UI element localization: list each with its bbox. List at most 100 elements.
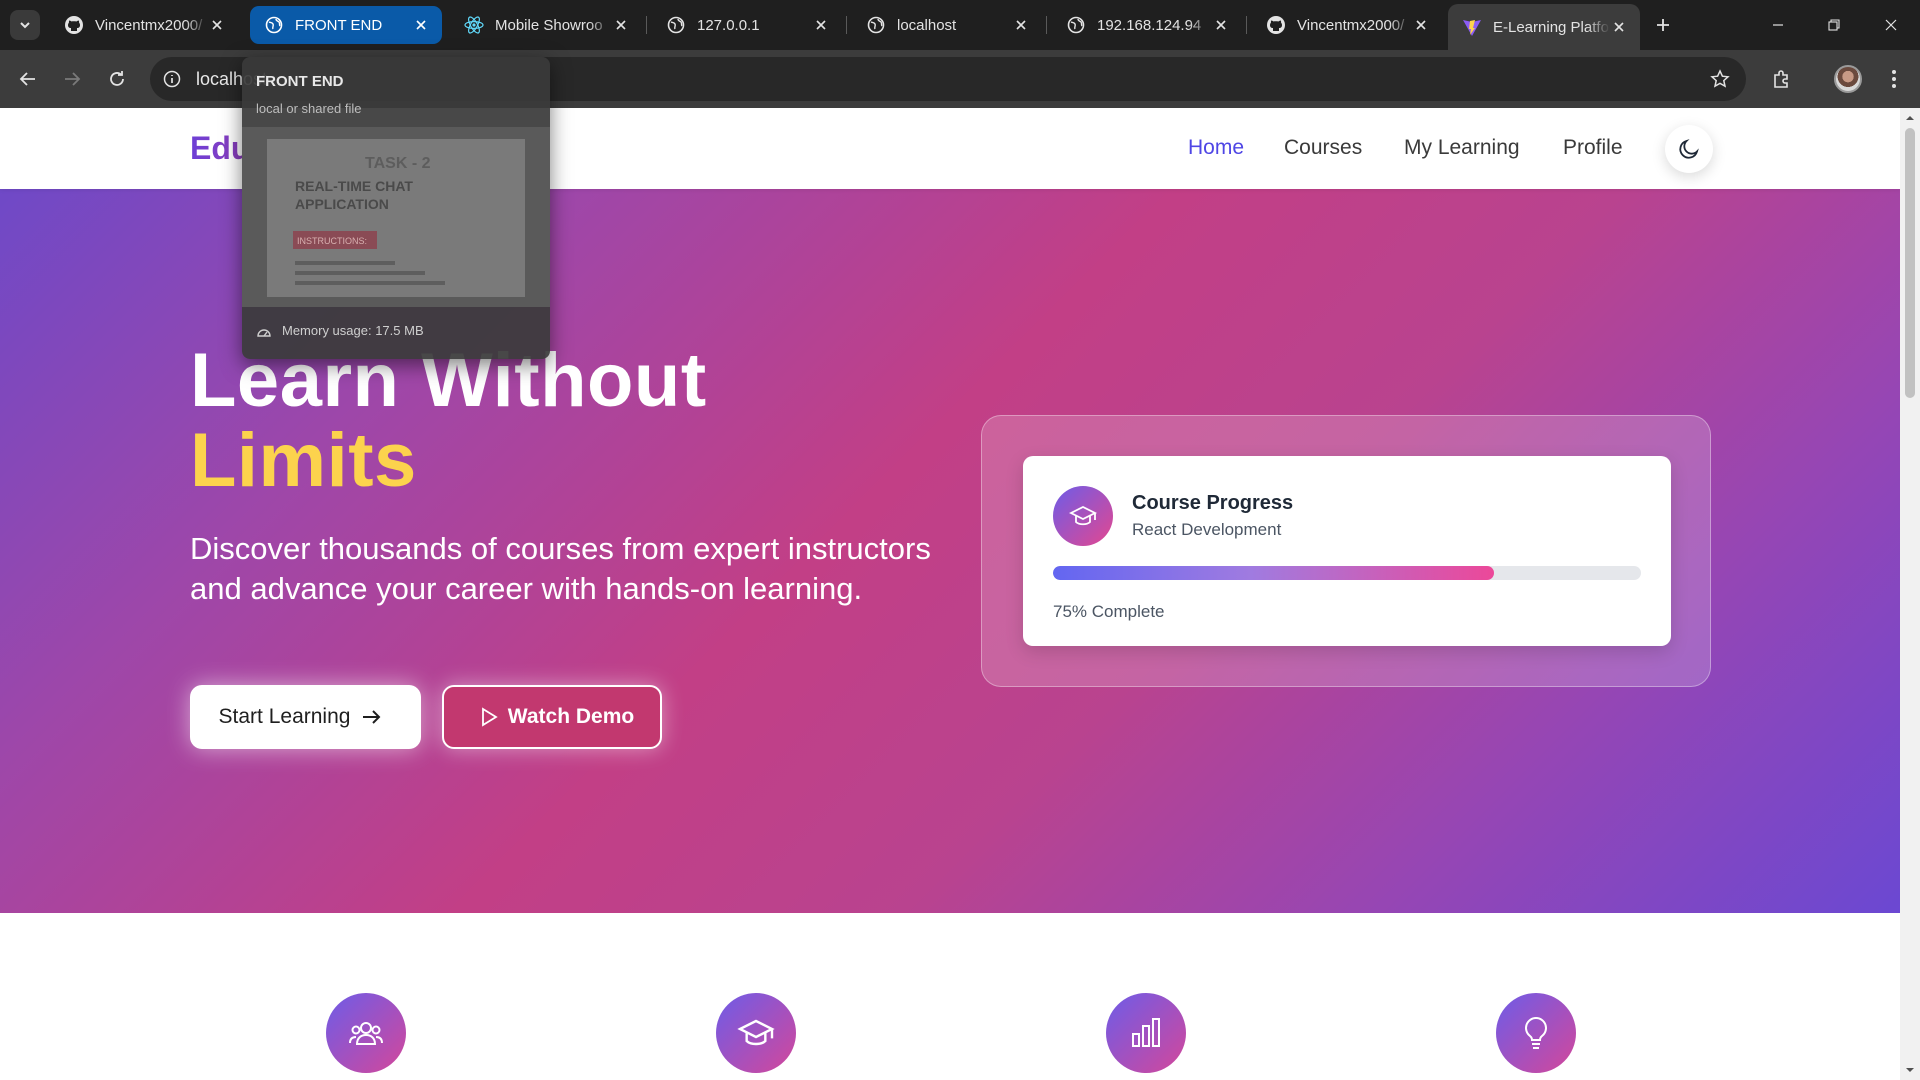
profile-avatar[interactable] [1834,65,1862,93]
close-icon[interactable] [412,16,430,34]
feature-icon-progress [1106,993,1186,1073]
preview-line [295,261,395,265]
close-icon[interactable] [812,16,830,34]
minimize-button[interactable] [1758,8,1798,42]
forward-button[interactable] [56,63,88,95]
memory-usage-text: Memory usage: 17.5 MB [282,323,424,338]
browser-tab[interactable]: Vincentmx2000/ [50,6,238,44]
info-icon[interactable] [162,69,182,89]
page-scrollbar[interactable] [1900,108,1920,1080]
tab-title: FRONT END [295,16,383,34]
users-icon [349,1022,383,1045]
progress-panel: Course Progress React Development 75% Co… [981,415,1711,687]
tab-title: Vincentmx2000/ [95,16,203,34]
tab-title: 127.0.0.1 [697,16,760,34]
plus-icon [1657,19,1669,31]
preview-document: TASK - 2 REAL-TIME CHAT APPLICATION INST… [267,139,525,297]
browser-tab[interactable]: localhost [852,6,1042,44]
tab-separator [646,16,647,34]
scroll-up-icon[interactable] [1904,112,1916,124]
more-vertical-icon [1892,70,1896,88]
scroll-down-icon[interactable] [1904,1064,1916,1076]
hover-card-title: FRONT END [256,73,344,90]
restore-icon [1828,19,1840,31]
globe-icon [866,15,886,35]
scrollbar-thumb[interactable] [1905,128,1915,398]
play-icon [481,707,498,727]
browser-tab-active[interactable]: E-Learning Platfo [1448,4,1640,50]
menu-button[interactable] [1878,63,1910,95]
moon-icon [1679,139,1699,159]
browser-tab[interactable]: 192.168.124.94 [1052,6,1242,44]
preview-badge: INSTRUCTIONS: [293,231,377,249]
reload-button[interactable] [101,63,133,95]
progress-bar-fill [1053,566,1494,580]
react-icon [464,15,484,35]
hero-heading: Learn Without Limits [190,341,707,501]
chevron-down-icon [20,22,30,29]
tab-title: 192.168.124.94 [1097,16,1202,34]
watch-demo-label: Watch Demo [507,705,635,728]
puzzle-icon [1774,70,1788,88]
tab-separator [1046,16,1047,34]
tab-title: E-Learning Platfo [1493,18,1609,36]
preview-heading: TASK - 2 REAL-TIME CHAT APPLICATION [295,155,431,212]
bar-chart-icon [1132,1018,1160,1047]
progress-label: 75% Complete [1053,602,1165,621]
graduation-cap-icon [737,1019,775,1046]
lightbulb-icon [1525,1016,1547,1049]
tab-title: Mobile Showroo [495,16,603,34]
progress-card-title: Course Progress [1132,492,1294,514]
arrow-right-icon [65,72,81,86]
extensions-button[interactable] [1766,63,1798,95]
tab-title: localhost [897,16,957,34]
close-icon[interactable] [1412,16,1430,34]
tab-preview-thumbnail: TASK - 2 REAL-TIME CHAT APPLICATION INST… [242,127,550,307]
close-icon [1885,19,1897,31]
nav-home[interactable]: Home [1188,136,1244,160]
theme-toggle-button[interactable] [1665,125,1713,173]
minimize-icon [1773,24,1783,26]
nav-profile[interactable]: Profile [1563,136,1623,160]
tab-search-button[interactable] [10,10,40,40]
nav-my-learning[interactable]: My Learning [1404,136,1520,160]
hero-description: Discover thousands of courses from exper… [190,531,931,606]
hero-heading-accent: Limits [190,418,417,503]
progress-bar-track [1053,566,1641,580]
graduation-cap-icon [1053,486,1113,546]
reload-icon [110,71,124,86]
github-icon [64,15,84,35]
nav-courses[interactable]: Courses [1284,136,1362,160]
preview-line [295,271,425,275]
close-icon[interactable] [1212,16,1230,34]
hover-card-memory: Memory usage: 17.5 MB [256,323,424,338]
bookmark-star-icon[interactable] [1708,67,1732,91]
close-icon[interactable] [1012,16,1030,34]
close-window-button[interactable] [1871,8,1911,42]
preview-line [295,281,445,285]
globe-icon [666,15,686,35]
new-tab-button[interactable] [1651,13,1675,37]
tab-strip: Vincentmx2000/ FRONT END Mobile Showroo … [0,0,1920,50]
back-button[interactable] [12,63,44,95]
watch-demo-button[interactable]: Watch Demo [442,685,662,749]
restore-button[interactable] [1814,8,1854,42]
browser-tab[interactable]: 127.0.0.1 [652,6,842,44]
tab-separator [846,16,847,34]
browser-tab[interactable]: FRONT END [250,6,442,44]
close-icon[interactable] [1610,18,1628,36]
feature-icon-ideas [1496,993,1576,1073]
browser-tab[interactable]: Mobile Showroo [450,6,642,44]
browser-tab[interactable]: Vincentmx2000/ [1252,6,1442,44]
progress-card-course: React Development [1132,520,1282,539]
close-icon[interactable] [612,16,630,34]
start-learning-button[interactable]: Start Learning [190,685,421,749]
tab-title: Vincentmx2000/ [1297,16,1405,34]
vite-icon [1462,17,1482,37]
arrow-right-icon [363,710,381,724]
tab-separator [1246,16,1247,34]
course-progress-card[interactable]: Course Progress React Development 75% Co… [1023,456,1671,646]
start-learning-label: Start Learning [218,705,351,728]
close-icon[interactable] [208,16,226,34]
hover-card-subtitle: local or shared file [256,101,362,116]
